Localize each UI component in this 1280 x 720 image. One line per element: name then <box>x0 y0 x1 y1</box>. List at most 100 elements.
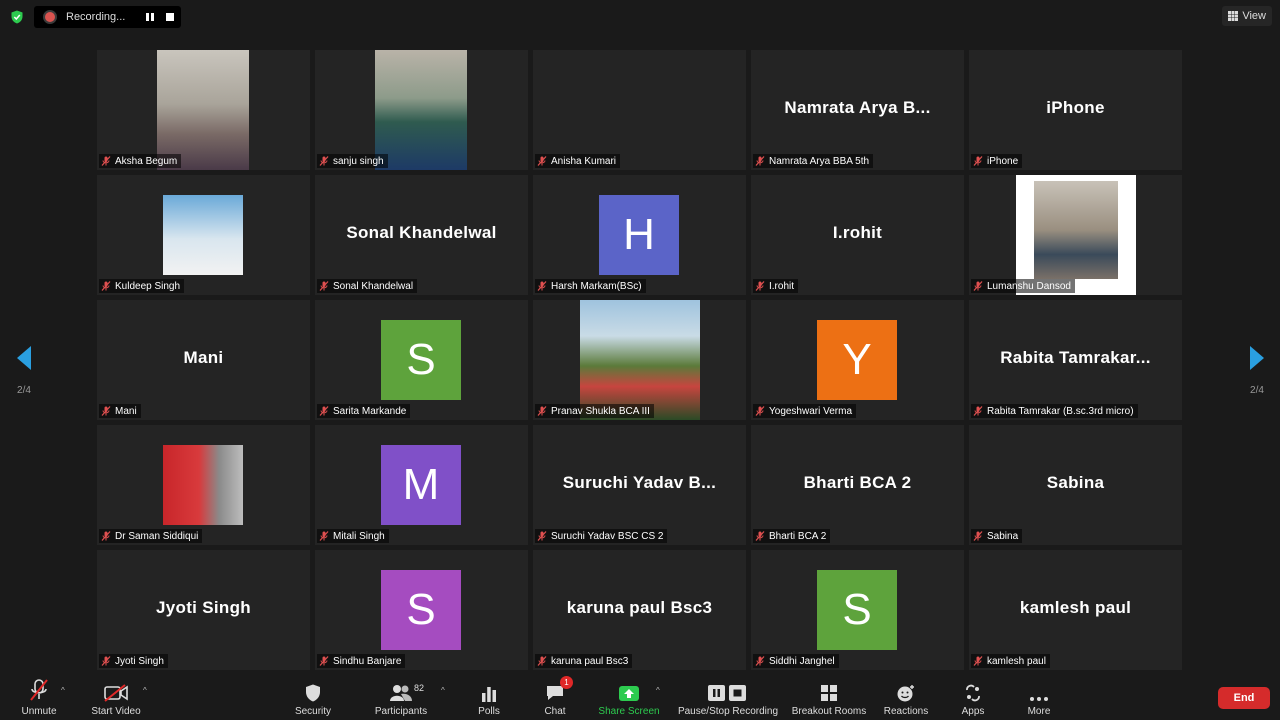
share-options-caret-icon[interactable]: ^ <box>656 686 660 695</box>
participant-name-label: Dr Saman Siddiqui <box>99 529 203 543</box>
participant-name: Aksha Begum <box>115 155 178 167</box>
reactions-button[interactable]: Reactions <box>882 674 930 720</box>
participant-tile[interactable]: Y Yogeshwari Verma <box>751 300 964 420</box>
participant-video <box>1016 175 1136 295</box>
participant-name-label: Namrata Arya BBA 5th <box>753 154 874 168</box>
participant-video <box>163 195 243 275</box>
previous-page-button[interactable]: 2/4 <box>10 346 38 396</box>
video-options-caret-icon[interactable]: ^ <box>143 686 147 695</box>
participant-tile[interactable]: S Siddhi Janghel <box>751 550 964 670</box>
participant-name-label: Pranav Shukla BCA III <box>535 404 654 418</box>
participant-tile[interactable]: sanju singh <box>315 50 528 170</box>
participant-tile[interactable]: Mani Mani <box>97 300 310 420</box>
participant-tile[interactable]: S Sarita Markande <box>315 300 528 420</box>
muted-mic-icon <box>319 656 329 666</box>
participant-video <box>375 50 467 170</box>
participants-options-caret-icon[interactable]: ^ <box>441 686 445 695</box>
polls-button[interactable]: Polls <box>472 674 506 720</box>
participant-tile[interactable]: Suruchi Yadav B... Suruchi Yadav BSC CS 2 <box>533 425 746 545</box>
participant-name-label: Lumanshu Dansod <box>971 279 1075 293</box>
participant-name: Kuldeep Singh <box>115 280 181 292</box>
apps-icon <box>966 684 980 702</box>
participant-tile[interactable]: karuna paul Bsc3 karuna paul Bsc3 <box>533 550 746 670</box>
participant-tile[interactable]: Lumanshu Dansod <box>969 175 1182 295</box>
participant-display-name: Suruchi Yadav B... <box>562 473 717 492</box>
participant-tile[interactable]: iPhone iPhone <box>969 50 1182 170</box>
security-label: Security <box>294 706 332 717</box>
participant-tile[interactable]: S Sindhu Banjare <box>315 550 528 670</box>
muted-mic-icon <box>319 281 329 291</box>
participant-name-label: Aksha Begum <box>99 154 182 168</box>
participant-avatar: Y <box>817 320 897 400</box>
participant-display-name: Bharti BCA 2 <box>803 473 912 492</box>
participant-tile[interactable]: Dr Saman Siddiqui <box>97 425 310 545</box>
participants-button[interactable]: 82 Participants <box>372 674 430 720</box>
muted-mic-icon <box>755 656 765 666</box>
unmute-button[interactable]: Unmute <box>18 674 60 720</box>
pause-recording-button[interactable] <box>142 9 158 25</box>
participant-tile[interactable]: Namrata Arya B... Namrata Arya BBA 5th <box>751 50 964 170</box>
muted-mic-icon <box>101 156 111 166</box>
participant-tile[interactable]: Pranav Shukla BCA III <box>533 300 746 420</box>
pause-icon <box>146 13 154 21</box>
participant-display-name: kamlesh paul <box>1019 598 1132 617</box>
participant-name-label: Kuldeep Singh <box>99 279 185 293</box>
security-button[interactable]: Security <box>292 674 334 720</box>
participant-tile[interactable]: Rabita Tamrakar... Rabita Tamrakar (B.sc.… <box>969 300 1182 420</box>
next-page-button[interactable]: 2/4 <box>1243 346 1271 396</box>
participant-name-label: Harsh Markam(BSc) <box>535 279 646 293</box>
participant-tile[interactable]: Bharti BCA 2 Bharti BCA 2 <box>751 425 964 545</box>
pause-stop-recording-button[interactable]: Pause/Stop Recording <box>677 674 779 720</box>
audio-options-caret-icon[interactable]: ^ <box>61 686 65 695</box>
participant-tile[interactable]: Aksha Begum <box>97 50 310 170</box>
breakout-rooms-icon <box>821 685 837 701</box>
participant-tile[interactable]: M Mitali Singh <box>315 425 528 545</box>
polls-label: Polls <box>478 706 500 717</box>
participant-name-label: Anisha Kumari <box>535 154 621 168</box>
page-indicator-left: 2/4 <box>17 385 31 396</box>
participant-tile[interactable]: Jyoti Singh Jyoti Singh <box>97 550 310 670</box>
participant-display-name: I.rohit <box>832 223 883 242</box>
reactions-label: Reactions <box>883 706 929 717</box>
participant-name-label: iPhone <box>971 154 1023 168</box>
share-screen-label: Share Screen <box>598 706 660 717</box>
participant-display-name: Rabita Tamrakar... <box>1000 348 1151 367</box>
participant-tile[interactable]: Kuldeep Singh <box>97 175 310 295</box>
muted-mic-icon <box>973 406 983 416</box>
participant-name-label: Yogeshwari Verma <box>753 404 857 418</box>
pause-stop-recording-label: Pause/Stop Recording <box>677 706 779 717</box>
end-meeting-button[interactable]: End <box>1218 687 1270 709</box>
muted-mic-icon <box>537 281 547 291</box>
participant-name-label: Suruchi Yadav BSC CS 2 <box>535 529 668 543</box>
stop-recording-button[interactable] <box>162 9 178 25</box>
apps-button[interactable]: Apps <box>956 674 990 720</box>
share-screen-button[interactable]: Share Screen <box>598 674 660 720</box>
participant-tile[interactable]: Sonal Khandelwal Sonal Khandelwal <box>315 175 528 295</box>
participant-name: iPhone <box>987 155 1019 167</box>
more-button[interactable]: More <box>1022 674 1056 720</box>
participant-tile[interactable]: I.rohit I.rohit <box>751 175 964 295</box>
muted-mic-icon <box>755 531 765 541</box>
chat-button[interactable]: 1 Chat <box>538 674 573 720</box>
participant-name: kamlesh paul <box>987 655 1046 667</box>
participant-tile[interactable]: Sabina Sabina <box>969 425 1182 545</box>
participant-display-name: Mani <box>183 348 224 367</box>
participant-name: Anisha Kumari <box>551 155 617 167</box>
participant-tile[interactable]: H Harsh Markam(BSc) <box>533 175 746 295</box>
participant-tile[interactable]: kamlesh paul kamlesh paul <box>969 550 1182 670</box>
participant-display-name: karuna paul Bsc3 <box>566 598 713 617</box>
participant-display-name: Sabina <box>1046 473 1105 492</box>
participant-tile[interactable]: Anisha Kumari <box>533 50 746 170</box>
pause-stop-icon <box>708 685 746 701</box>
view-button[interactable]: View <box>1222 6 1272 26</box>
shield-icon <box>306 684 320 702</box>
participant-name-label: Siddhi Janghel <box>753 654 839 668</box>
security-shield-icon[interactable] <box>10 10 24 24</box>
muted-mic-icon <box>973 156 983 166</box>
start-video-label: Start Video <box>91 706 141 717</box>
start-video-button[interactable]: Start Video <box>88 674 144 720</box>
more-label: More <box>1027 706 1051 717</box>
polls-bar-chart-icon <box>482 687 496 702</box>
breakout-rooms-button[interactable]: Breakout Rooms <box>790 674 868 720</box>
participants-label: Participants <box>374 706 428 717</box>
